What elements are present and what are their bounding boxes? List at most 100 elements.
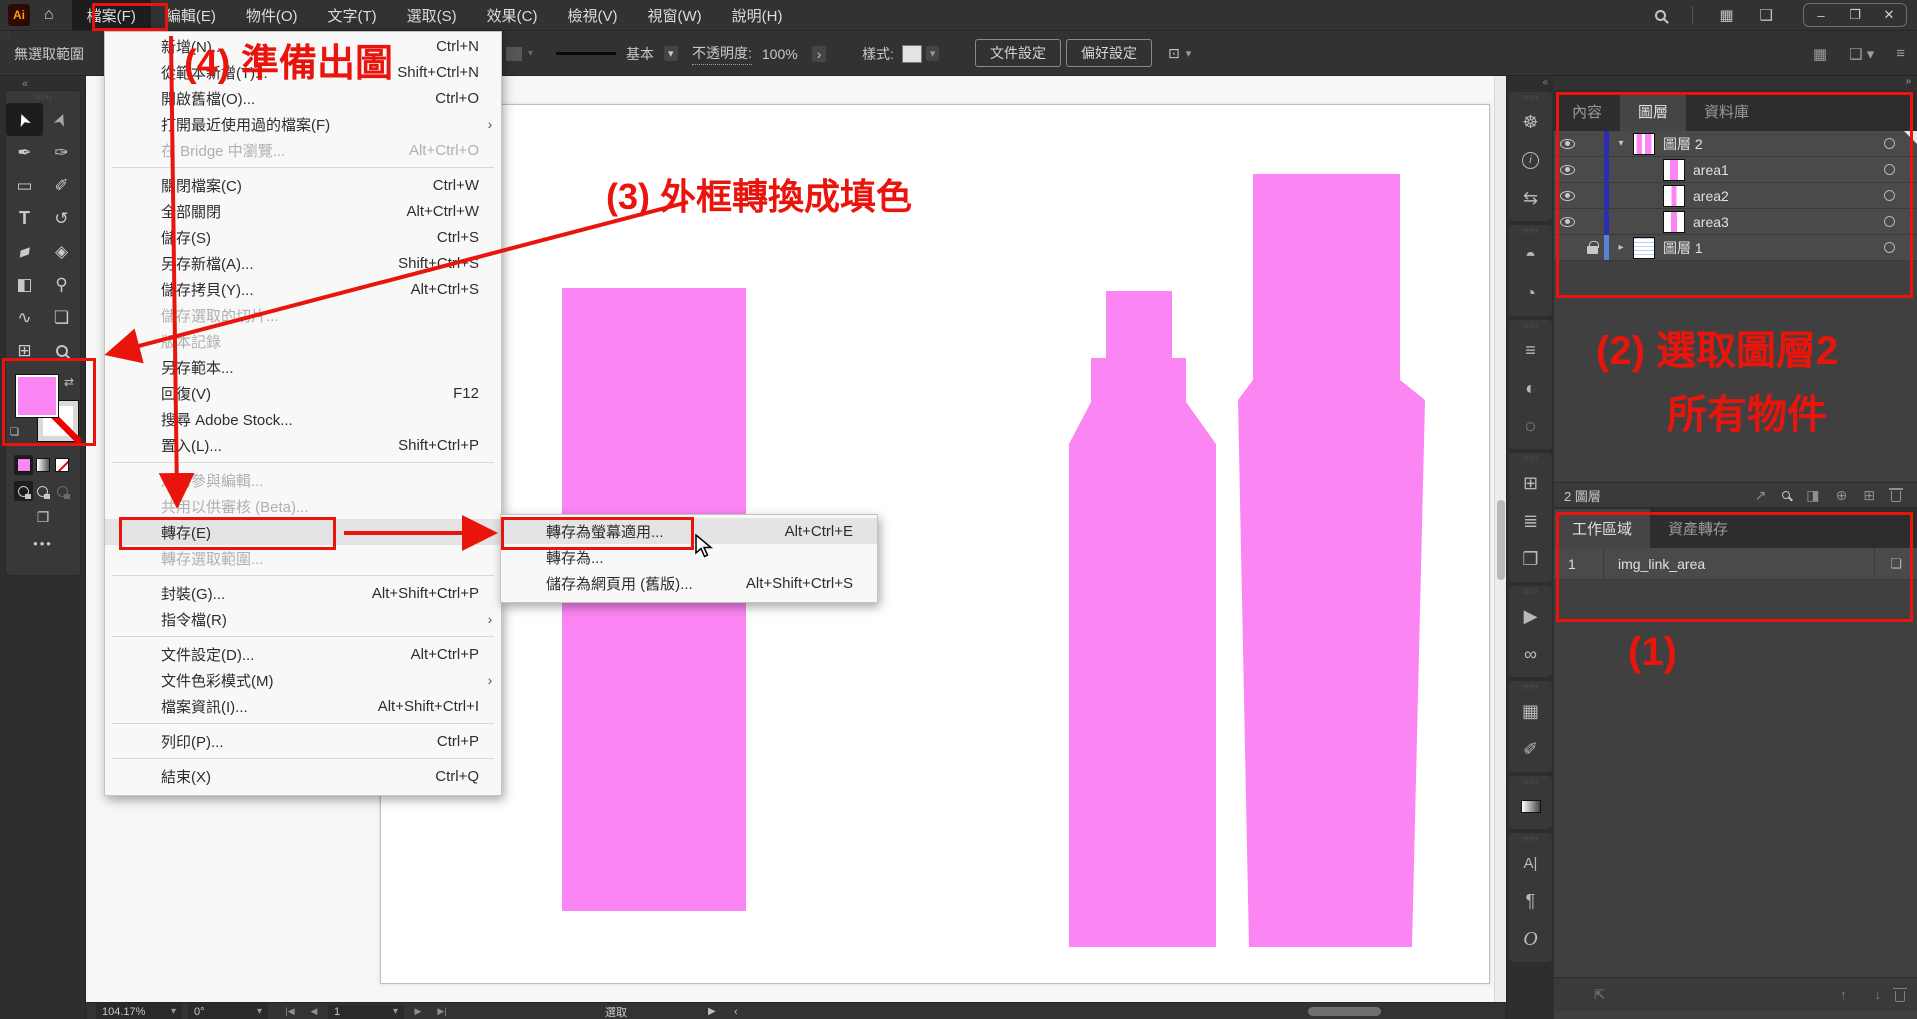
move-up-icon[interactable]: ↑ [1826, 987, 1847, 1002]
menu-item[interactable]: 另存範本... [105, 354, 501, 380]
target-circle-icon[interactable] [1884, 216, 1895, 227]
fill-color-swatch[interactable] [16, 375, 58, 417]
horizontal-scrollbar-thumb[interactable] [1308, 1007, 1381, 1016]
minimize-button[interactable]: – [1804, 4, 1838, 26]
artboards-panel-icon[interactable]: ⊞ [1509, 464, 1552, 502]
opacity-control[interactable]: 不透明度:100%› [692, 31, 826, 76]
draw-normal-button[interactable] [14, 481, 33, 501]
layer-thumbnail[interactable] [1663, 211, 1685, 233]
expand-panel-icon[interactable]: ⇱ [1580, 987, 1605, 1003]
area3-bottle[interactable] [1238, 174, 1425, 947]
rotate-tool[interactable]: ↺ [43, 202, 80, 235]
menu-item[interactable]: 封裝(G)... Alt+Shift+Ctrl+P [105, 580, 501, 606]
menu-item[interactable]: 結束(X) Ctrl+Q [105, 763, 501, 789]
artboard-number-dropdown[interactable]: 1▾ [328, 1005, 404, 1019]
menubar-item[interactable]: 選取(S) [392, 0, 472, 30]
isolate-selection-icon[interactable]: ⊡▾ [1168, 31, 1191, 76]
close-button[interactable]: ✕ [1872, 4, 1906, 26]
asset-export-panel-icon[interactable]: ⇆ [1509, 179, 1552, 217]
previous-artboard-button[interactable]: ◀ [302, 1006, 326, 1017]
gradient-tool[interactable]: ◧ [6, 268, 43, 301]
menu-item[interactable] [105, 754, 501, 763]
artboard-tool[interactable]: ⊞ [6, 334, 43, 367]
locate-object-icon[interactable] [1782, 487, 1790, 504]
layer-thumbnail[interactable] [1663, 159, 1685, 181]
collapse-toolbar-icon[interactable]: « [22, 78, 28, 90]
direct-selection-tool[interactable]: ➤ [43, 103, 80, 136]
layer-row[interactable]: area2 [1554, 183, 1917, 209]
menu-item[interactable]: 從範本新增(T)... Shift+Ctrl+N [105, 59, 501, 85]
layer-thumbnail[interactable] [1633, 237, 1655, 259]
none-fill-button[interactable] [53, 455, 72, 475]
layer-row[interactable]: ▾ 圖層 2 [1554, 131, 1917, 157]
menubar-item[interactable]: 視窗(W) [632, 0, 716, 30]
menu-item[interactable]: 共用以供審核 (Beta)... [105, 493, 501, 519]
menu-item[interactable]: 指令檔(R) › [105, 606, 501, 632]
panel-menu-icon[interactable]: ≡ [1896, 45, 1905, 62]
panel-tab[interactable]: 圖層 [1620, 92, 1686, 131]
style-swatch[interactable] [902, 45, 922, 63]
menu-item[interactable]: 檔案資訊(I)... Alt+Shift+Ctrl+I [105, 693, 501, 719]
submenu-item[interactable]: 轉存為... [501, 544, 877, 570]
color-panel-icon[interactable]: ◓ [1509, 236, 1552, 274]
scrollbar-thumb[interactable] [1497, 500, 1505, 580]
first-artboard-button[interactable]: |◀ [278, 1006, 302, 1017]
artboard-name[interactable]: img_link_area [1604, 548, 1875, 579]
layer-name[interactable]: 圖層 1 [1663, 238, 1884, 258]
color-fill-button[interactable] [14, 455, 33, 475]
panel-tab[interactable]: 資料庫 [1686, 92, 1767, 131]
menu-item[interactable]: 轉存(E) › [105, 519, 501, 545]
zoom-level-dropdown[interactable]: 104.17%▾ [96, 1003, 182, 1019]
menubar-item[interactable]: 說明(H) [717, 0, 798, 30]
submenu-item[interactable]: 轉存為螢幕適用... Alt+Ctrl+E [501, 518, 877, 544]
actions-panel-icon[interactable]: ▶ [1509, 597, 1552, 635]
curvature-tool[interactable]: ✑ [43, 136, 80, 169]
layer-row[interactable]: ▸ 圖層 1 [1554, 235, 1917, 261]
panel-tab[interactable]: 工作區域 [1554, 509, 1650, 548]
layer-thumbnail[interactable] [1663, 185, 1685, 207]
target-circle-icon[interactable] [1884, 242, 1895, 253]
stroke-style-dropdown[interactable]: 基本▾ [626, 31, 678, 76]
pathfinder-panel-icon[interactable]: ❐ [1509, 540, 1552, 578]
arrange-documents-icon[interactable]: ❑ [1760, 6, 1773, 24]
panel-tab[interactable]: 資產轉存 [1650, 509, 1746, 548]
color-guide-panel-icon[interactable]: ◔ [1509, 274, 1552, 312]
appearance-panel-icon[interactable]: ◌ [1509, 407, 1552, 445]
menu-item[interactable] [105, 571, 501, 580]
collect-for-export-icon[interactable]: ↗ [1755, 487, 1767, 504]
rotation-dropdown[interactable]: 0°▾ [188, 1003, 268, 1019]
menu-item[interactable] [105, 632, 501, 641]
menubar-item[interactable]: 文字(T) [313, 0, 392, 30]
vertical-scrollbar[interactable] [1494, 76, 1506, 1002]
menu-item[interactable]: 搜尋 Adobe Stock... [105, 406, 501, 432]
menu-item[interactable]: 列印(P)... Ctrl+P [105, 728, 501, 754]
paragraph-panel-icon[interactable]: ¶ [1509, 882, 1552, 920]
width-tool[interactable]: ∿ [6, 301, 43, 334]
swap-fill-stroke-icon[interactable]: ⇄ [64, 375, 74, 389]
stroke-panel-icon[interactable]: ≡ [1509, 331, 1552, 369]
menu-item[interactable]: 文件色彩模式(M) › [105, 667, 501, 693]
expand-chevron-icon[interactable]: ▸ [1609, 242, 1633, 253]
menubar-item[interactable]: 編輯(E) [151, 0, 231, 30]
menu-item[interactable] [105, 163, 501, 172]
rectangle-tool[interactable]: ▭ [6, 169, 43, 202]
menu-item[interactable]: 轉存選取範圍... [105, 545, 501, 571]
grid-icon[interactable]: ▦ [1813, 45, 1827, 63]
menu-item[interactable]: 儲存(S) Ctrl+S [105, 224, 501, 250]
target-circle-icon[interactable] [1884, 164, 1895, 175]
artboard-page-icon[interactable]: ❏ [1875, 556, 1917, 572]
menubar-item[interactable]: 檢視(V) [552, 0, 632, 30]
character-panel-icon[interactable]: A| [1509, 844, 1552, 882]
zoom-tool[interactable] [43, 334, 80, 367]
menu-item[interactable]: 在 Bridge 中瀏覽... Alt+Ctrl+O [105, 137, 501, 163]
artboard-row[interactable]: 1 img_link_area ❏ [1554, 548, 1917, 580]
menu-item[interactable]: 版本記錄 [105, 328, 501, 354]
layer-name[interactable]: area2 [1693, 188, 1884, 204]
menu-item[interactable]: 儲存選取的切片... [105, 302, 501, 328]
menu-item[interactable]: 打開最近使用過的檔案(F) › [105, 111, 501, 137]
next-artboard-button[interactable]: ▶ [406, 1006, 430, 1017]
gradient-fill-button[interactable] [33, 455, 52, 475]
layer-row[interactable]: area1 [1554, 157, 1917, 183]
edit-toolbar-icon[interactable]: ••• [6, 526, 80, 551]
target-circle-icon[interactable] [1884, 138, 1895, 149]
